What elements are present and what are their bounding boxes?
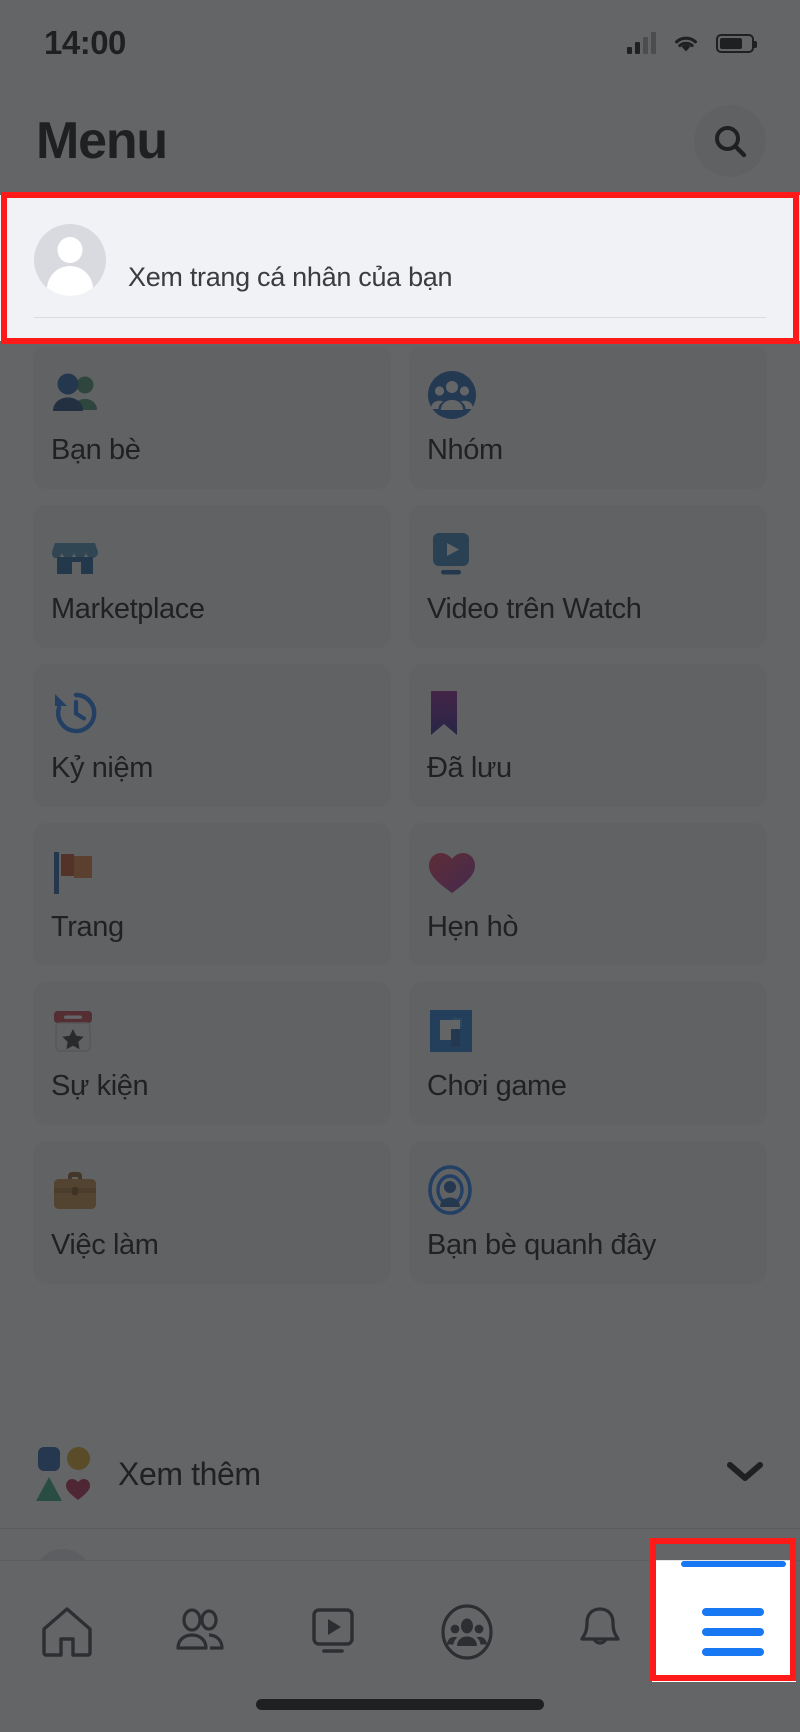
page-header: Menu bbox=[0, 86, 800, 196]
menu-tile-label: Video trên Watch bbox=[427, 593, 642, 625]
menu-tile-label: Đã lưu bbox=[427, 752, 512, 784]
page-title: Menu bbox=[36, 112, 168, 170]
search-button[interactable] bbox=[694, 105, 766, 177]
tab-home[interactable] bbox=[0, 1561, 133, 1703]
dating-heart-icon bbox=[427, 847, 767, 897]
watch-video-icon bbox=[427, 529, 767, 579]
menu-grid: Bạn bè Nhóm Marketplace Video trên Watch… bbox=[33, 346, 767, 1284]
tab-menu[interactable] bbox=[666, 1561, 800, 1703]
default-avatar-icon bbox=[34, 224, 106, 296]
groups-outline-icon bbox=[441, 1604, 493, 1660]
menu-tile-friends[interactable]: Bạn bè bbox=[33, 346, 391, 489]
events-calendar-icon bbox=[51, 1006, 391, 1056]
menu-tile-memories[interactable]: Kỷ niệm bbox=[33, 664, 391, 807]
menu-tile-nearby-friends[interactable]: Bạn bè quanh đây bbox=[409, 1141, 767, 1284]
tab-watch[interactable] bbox=[267, 1561, 400, 1703]
menu-tile-groups[interactable]: Nhóm bbox=[409, 346, 767, 489]
menu-tile-label: Trang bbox=[51, 911, 124, 943]
shapes-cluster-icon bbox=[34, 1445, 92, 1503]
menu-tile-label: Nhóm bbox=[427, 434, 503, 466]
menu-tile-watch[interactable]: Video trên Watch bbox=[409, 505, 767, 648]
tab-notifications[interactable] bbox=[533, 1561, 666, 1703]
menu-tile-marketplace[interactable]: Marketplace bbox=[33, 505, 391, 648]
nearby-friends-icon bbox=[427, 1165, 767, 1215]
menu-tile-label: Hẹn hò bbox=[427, 911, 519, 943]
facebook-menu-screen: 14:00 Menu Xem trang cá nhân của bạn Bạn… bbox=[0, 0, 800, 1732]
friends-outline-icon bbox=[176, 1608, 224, 1650]
tab-friends[interactable] bbox=[133, 1561, 266, 1703]
search-icon bbox=[715, 126, 747, 158]
profile-name bbox=[128, 228, 452, 254]
menu-tile-label: Sự kiện bbox=[51, 1070, 149, 1102]
cellular-signal-icon bbox=[627, 32, 656, 54]
menu-tile-events[interactable]: Sự kiện bbox=[33, 982, 391, 1125]
profile-row[interactable]: Xem trang cá nhân của bạn bbox=[0, 195, 800, 341]
status-bar-clock: 14:00 bbox=[44, 24, 126, 61]
bell-icon bbox=[580, 1607, 620, 1645]
menu-tile-jobs[interactable]: Việc làm bbox=[33, 1141, 391, 1284]
profile-text: Xem trang cá nhân của bạn bbox=[128, 228, 453, 293]
wifi-icon bbox=[671, 32, 701, 54]
profile-subtitle: Xem trang cá nhân của bạn bbox=[128, 261, 453, 292]
hamburger-menu-icon bbox=[702, 1608, 765, 1656]
see-more-row[interactable]: Xem thêm bbox=[0, 1420, 800, 1528]
chevron-down-icon[interactable] bbox=[726, 1460, 764, 1489]
profile-row-inner[interactable]: Xem trang cá nhân của bạn bbox=[0, 195, 800, 305]
status-bar: 14:00 bbox=[0, 0, 800, 86]
see-more-label: Xem thêm bbox=[118, 1455, 261, 1492]
status-bar-icons bbox=[627, 32, 757, 54]
menu-tile-pages[interactable]: Trang bbox=[33, 823, 391, 966]
watch-play-icon bbox=[312, 1608, 355, 1653]
memories-clock-icon bbox=[51, 688, 391, 738]
friends-icon bbox=[51, 370, 391, 420]
menu-tile-label: Bạn bè quanh đây bbox=[427, 1229, 657, 1261]
menu-tile-dating[interactable]: Hẹn hò bbox=[409, 823, 767, 966]
section-divider bbox=[0, 1528, 800, 1529]
groups-icon bbox=[427, 370, 767, 420]
jobs-briefcase-icon bbox=[51, 1165, 391, 1215]
phone-screen: 14:00 Menu Xem trang cá nhân của bạn Bạn… bbox=[0, 0, 800, 1732]
gaming-icon bbox=[427, 1006, 767, 1056]
menu-tile-label: Chơi game bbox=[427, 1070, 567, 1102]
menu-tile-label: Marketplace bbox=[51, 593, 205, 625]
battery-icon bbox=[716, 33, 757, 53]
profile-divider bbox=[34, 317, 766, 318]
saved-bookmark-icon bbox=[427, 688, 767, 738]
menu-tile-label: Bạn bè bbox=[51, 434, 141, 466]
menu-tile-saved[interactable]: Đã lưu bbox=[409, 664, 767, 807]
pages-flag-icon bbox=[51, 847, 391, 897]
tab-groups[interactable] bbox=[400, 1561, 533, 1703]
marketplace-icon bbox=[51, 529, 391, 579]
menu-tile-gaming[interactable]: Chơi game bbox=[409, 982, 767, 1125]
menu-tile-label: Việc làm bbox=[51, 1229, 159, 1261]
home-icon bbox=[41, 1607, 92, 1657]
menu-tile-label: Kỷ niệm bbox=[51, 752, 153, 784]
home-indicator bbox=[256, 1699, 544, 1710]
